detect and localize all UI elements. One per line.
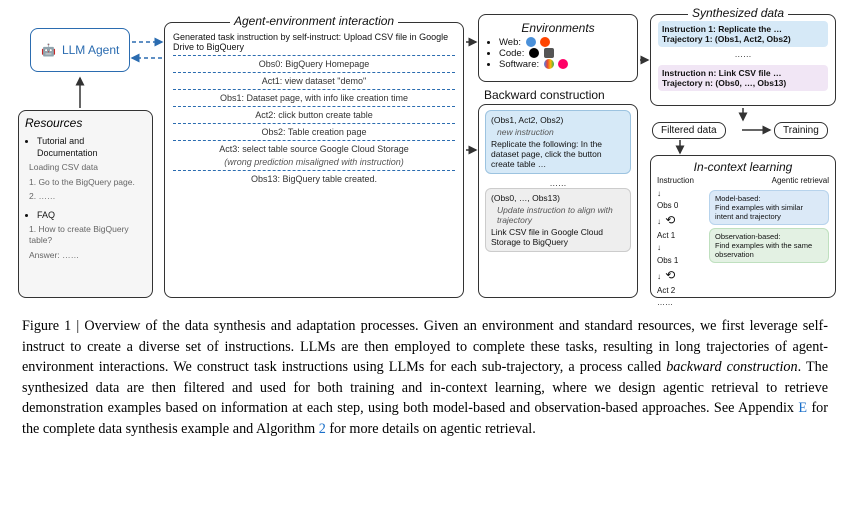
synth-row: Instruction n: Link CSV file … Trajector… (658, 65, 828, 91)
reddit-icon (540, 37, 550, 47)
act3: Act3: select table source Google Cloud S… (173, 144, 455, 154)
backward-chip-2: (Obs0, …, Obs13) Update instruction to a… (485, 188, 631, 252)
icl-panel: In-context learning Instruction Agentic … (650, 155, 836, 298)
figure-caption: Figure 1 | Overview of the data synthesi… (22, 316, 828, 440)
terminal-icon (544, 48, 554, 58)
dashed-divider (173, 55, 455, 56)
resource-sub: 1. How to create BigQuery table? (29, 224, 146, 247)
generated-instruction: Generated task instruction by self-instr… (173, 32, 455, 52)
resources-panel: Resources Tutorial and Documentation Loa… (18, 110, 153, 298)
obs0: Obs0: BigQuery Homepage (173, 59, 455, 69)
resources-title: Resources (25, 115, 146, 131)
loop-icon: ⟲ (665, 212, 675, 229)
backward-chip-1: (Obs1, Act2, Obs2) new instruction Repli… (485, 110, 631, 174)
globe-icon (526, 37, 536, 47)
obs1: Obs1: Dataset page, with info like creat… (173, 93, 455, 103)
interaction-title: Agent-environment interaction (230, 14, 398, 28)
resource-sub: 1. Go to the BigQuery page. (29, 177, 146, 188)
loop-icon: ⟲ (665, 267, 675, 284)
filtered-data-chip: Filtered data (652, 122, 726, 139)
synth-panel: Instruction 1: Replicate the … Trajector… (650, 14, 836, 106)
icl-retrieval: Model-based: Find examples with similar … (709, 187, 829, 309)
env-code: Code: (499, 48, 629, 59)
backward-construction-term: backward construction (666, 359, 797, 375)
act3-note: (wrong prediction misaligned with instru… (173, 157, 455, 167)
obs2: Obs2: Table creation page (173, 127, 455, 137)
dashed-divider (173, 123, 455, 124)
dashed-divider (173, 170, 455, 171)
act1: Act1: view dataset "demo" (173, 76, 455, 86)
backward-dots: …… (485, 178, 631, 188)
resource-sub: Answer: …… (29, 250, 146, 261)
resource-sub: 2. …… (29, 191, 146, 202)
agent-label: LLM Agent (62, 43, 119, 57)
resource-item-tutorial: Tutorial and Documentation (37, 135, 146, 159)
dashed-divider (173, 106, 455, 107)
appendix-link[interactable]: E (798, 400, 807, 416)
synth-row: Instruction 1: Replicate the … Trajector… (658, 21, 828, 47)
robot-icon: 🤖 (41, 43, 56, 57)
environments-title: Environments (487, 21, 629, 35)
backward-panel: (Obs1, Act2, Obs2) new instruction Repli… (478, 104, 638, 298)
env-software: Software: (499, 59, 629, 70)
observation-based-pill: Observation-based: Find examples with th… (709, 228, 829, 263)
icl-title: In-context learning (657, 160, 829, 174)
dashed-divider (173, 89, 455, 90)
environments-panel: Environments Web: Code: Software: (478, 14, 638, 82)
resource-item-faq: FAQ (37, 209, 146, 221)
resource-sub: Loading CSV data (29, 162, 146, 173)
dashed-divider (173, 72, 455, 73)
icl-trajectory: ↓ Obs 0 ↓ ⟲ Act 1 ↓ Obs 1 ↓ ⟲ Act 2 …… (657, 187, 705, 309)
dashed-divider (173, 140, 455, 141)
synth-title: Synthesized data (688, 6, 788, 20)
app-icon (558, 59, 568, 69)
act2: Act2: click button create table (173, 110, 455, 120)
caption-title: Overview of the data synthesis and adapt… (84, 318, 418, 334)
gcloud-icon (544, 59, 554, 69)
algorithm-link[interactable]: 2 (319, 421, 326, 437)
llm-agent-box: 🤖 LLM Agent (30, 28, 130, 72)
model-based-pill: Model-based: Find examples with similar … (709, 190, 829, 225)
interaction-panel: Generated task instruction by self-instr… (164, 22, 464, 298)
training-chip: Training (774, 122, 828, 139)
obs13: Obs13: BigQuery table created. (173, 174, 455, 184)
figure-number: Figure 1 (22, 318, 71, 334)
env-web: Web: (499, 37, 629, 48)
backward-title: Backward construction (480, 88, 609, 102)
github-icon (529, 48, 539, 58)
figure-diagram: 🤖 LLM Agent Resources Tutorial and Docum… (0, 0, 850, 310)
